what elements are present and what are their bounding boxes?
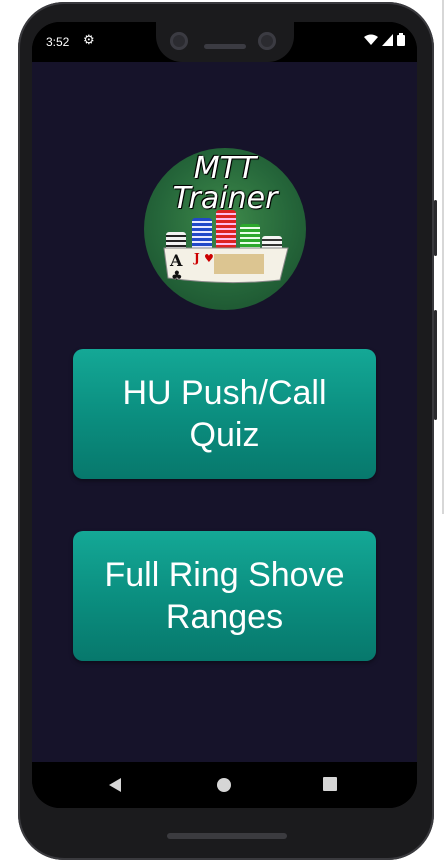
camera-notch <box>156 22 294 62</box>
signal-icon <box>382 33 393 46</box>
playing-cards-icon: A ♣ J ♥ <box>163 247 289 284</box>
logo-title-line1: MTT <box>193 151 257 186</box>
svg-text:♥: ♥ <box>204 252 214 265</box>
hu-push-call-quiz-label: HU Push/Call Quiz <box>122 374 327 454</box>
screen: 3:52 ⚙ MTT Trainer A ♣ J ♥ HU Push/Call … <box>32 22 417 808</box>
full-ring-shove-ranges-label: Full Ring Shove Ranges <box>104 556 345 636</box>
volume-button <box>434 310 437 420</box>
status-icons <box>364 33 405 46</box>
camera-icon <box>170 32 188 50</box>
navigation-bar <box>32 762 417 808</box>
gear-icon: ⚙ <box>83 32 95 47</box>
back-icon[interactable] <box>108 777 122 793</box>
wifi-icon <box>364 34 378 45</box>
svg-text:♣: ♣ <box>171 269 183 284</box>
app-content: MTT Trainer A ♣ J ♥ HU Push/Call Quiz Fu… <box>32 62 417 762</box>
battery-icon <box>397 33 405 46</box>
device-bottom-bezel <box>167 833 287 839</box>
status-time: 3:52 <box>46 35 70 49</box>
speaker-grille <box>204 44 246 49</box>
status-bar: 3:52 ⚙ <box>32 22 417 62</box>
svg-text:A: A <box>169 251 183 270</box>
camera-icon <box>258 32 276 50</box>
home-icon[interactable] <box>216 777 232 793</box>
mtt-trainer-logo: MTT Trainer A ♣ J ♥ <box>144 148 306 310</box>
power-button <box>434 200 437 256</box>
recents-icon[interactable] <box>323 777 337 791</box>
svg-text:J: J <box>193 251 200 265</box>
full-ring-shove-ranges-button[interactable]: Full Ring Shove Ranges <box>73 531 376 661</box>
window-edge <box>442 0 444 514</box>
hu-push-call-quiz-button[interactable]: HU Push/Call Quiz <box>73 349 376 479</box>
